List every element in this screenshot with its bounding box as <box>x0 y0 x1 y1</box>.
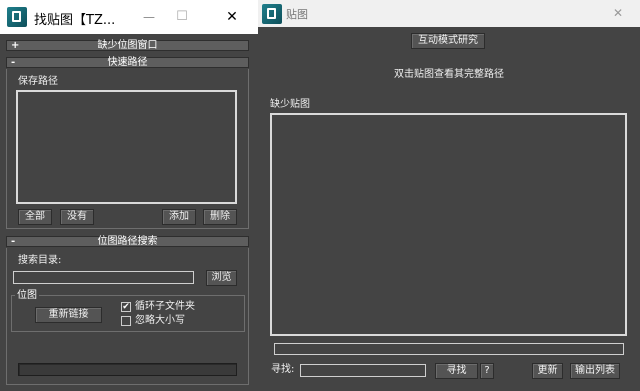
rollout-collapse-icon: - <box>11 236 16 247</box>
right-window-body: 互动模式研究 双击贴图查看其完整路径 缺少贴图 寻找: 寻找 ? 更新 输出列表 <box>258 27 640 391</box>
relink-button[interactable]: 重新链接 <box>35 307 102 323</box>
ignore-case-checkbox[interactable] <box>121 316 131 326</box>
rollout-missing-title: 缺少位图窗口 <box>97 40 158 51</box>
bitmap-group-caption: 位图 <box>15 290 39 301</box>
rollout-fast-path[interactable]: - 快速路径 <box>6 57 249 68</box>
search-dir-label: 搜索目录: <box>18 255 62 266</box>
close-button[interactable]: ✕ <box>217 7 247 27</box>
loop-subfolders-label: 循环子文件夹 <box>135 301 195 312</box>
status-bar <box>274 343 624 355</box>
help-button[interactable]: ? <box>480 363 494 379</box>
missing-maps-list[interactable] <box>270 113 627 336</box>
maximize-button[interactable]: ☐ <box>167 7 197 27</box>
right-window-titlebar: 贴图 ✕ <box>258 0 640 27</box>
right-window-title: 贴图 <box>286 8 308 21</box>
left-window-titlebar: 找贴图【TZ... — ☐ ✕ <box>0 0 258 34</box>
app-icon <box>262 4 282 24</box>
app-icon <box>7 7 27 27</box>
browse-button[interactable]: 浏览 <box>206 270 237 286</box>
rollout-collapse-icon: - <box>11 57 16 68</box>
add-button[interactable]: 添加 <box>162 209 196 225</box>
close-button[interactable]: ✕ <box>606 3 630 23</box>
interactive-mode-button[interactable]: 互动模式研究 <box>411 33 485 49</box>
update-button[interactable]: 更新 <box>532 363 563 379</box>
find-label: 寻找: <box>271 364 295 375</box>
rollout-bitmap-search[interactable]: - 位图路径搜索 <box>6 236 249 247</box>
rollout-search-title: 位图路径搜索 <box>97 236 158 247</box>
left-window-body: + 缺少位图窗口 - 快速路径 保存路径 全部 没有 添加 删除 - 位图路径搜… <box>0 34 258 391</box>
ignore-case-label: 忽略大小写 <box>135 315 185 326</box>
rollout-expand-icon: + <box>11 40 20 51</box>
find-input[interactable] <box>300 364 426 377</box>
search-progress-bar <box>18 363 237 376</box>
search-dir-input[interactable] <box>13 271 194 284</box>
rollout-fast-title: 快速路径 <box>107 57 148 68</box>
loop-subfolders-checkbox[interactable]: ✔ <box>121 302 131 312</box>
all-button[interactable]: 全部 <box>18 209 52 225</box>
hint-text: 双击贴图查看其完整路径 <box>394 69 504 80</box>
none-button[interactable]: 没有 <box>60 209 94 225</box>
left-window-title: 找贴图【TZ... <box>34 13 116 28</box>
minimize-button[interactable]: — <box>134 7 164 27</box>
saved-path-list[interactable] <box>16 90 237 204</box>
delete-button[interactable]: 删除 <box>203 209 237 225</box>
saved-path-label: 保存路径 <box>18 76 58 87</box>
rollout-missing-bitmap[interactable]: + 缺少位图窗口 <box>6 40 249 51</box>
find-button[interactable]: 寻找 <box>435 363 478 379</box>
export-list-button[interactable]: 输出列表 <box>570 363 620 379</box>
missing-maps-label: 缺少贴图 <box>270 99 310 110</box>
